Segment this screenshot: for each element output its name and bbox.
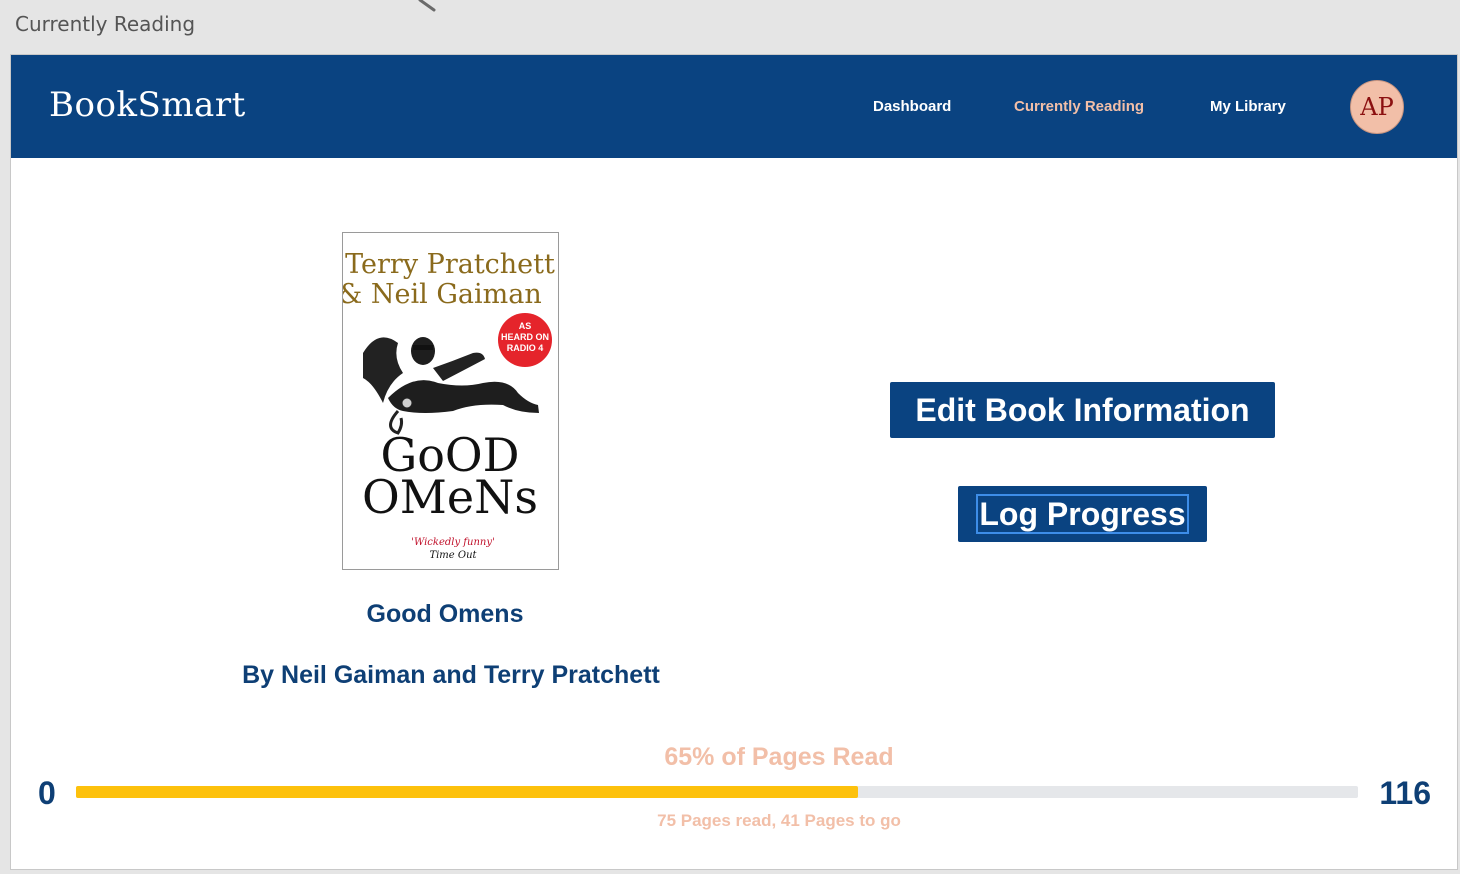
progress-bar-fill [76, 786, 859, 798]
progress-max-label: 116 [1379, 775, 1431, 811]
book-byline: By Neil Gaiman and Terry Pratchett [242, 661, 660, 689]
svg-text:AS: AS [519, 321, 532, 331]
avatar[interactable]: AP [1350, 80, 1404, 134]
cover-quote-source: Time Out [429, 550, 477, 561]
progress-bar-track [76, 786, 1358, 798]
book-cover-image: Terry Pratchett & Neil Gaiman AS HEARD O… [342, 232, 559, 570]
nav-currently-reading[interactable]: Currently Reading [1014, 98, 1144, 115]
log-progress-button[interactable]: Log Progress [958, 486, 1207, 542]
nav-my-library[interactable]: My Library [1210, 98, 1286, 115]
progress-summary: 75 Pages read, 41 Pages to go [657, 811, 901, 830]
window-title: Currently Reading [15, 12, 196, 36]
svg-text:HEARD ON: HEARD ON [501, 332, 549, 342]
cover-author-line-1: Terry Pratchett [345, 249, 555, 280]
log-progress-label: Log Progress [976, 494, 1189, 534]
cover-quote: 'Wickedly funny' [411, 537, 494, 548]
progress-percent-label: 65% of Pages Read [664, 743, 894, 771]
nav-dashboard[interactable]: Dashboard [873, 98, 951, 115]
app-frame: BookSmart Dashboard Currently Reading My… [10, 54, 1458, 870]
cover-author-line-2: & Neil Gaiman [343, 279, 542, 310]
cover-title-line-2: OMeNs [362, 470, 538, 524]
edit-book-information-button[interactable]: Edit Book Information [890, 382, 1275, 438]
resize-handle-icon [418, 0, 436, 12]
top-navbar: BookSmart Dashboard Currently Reading My… [11, 55, 1457, 158]
book-title: Good Omens [366, 600, 524, 628]
progress-min-label: 0 [38, 775, 56, 811]
radio-badge-icon: AS HEARD ON RADIO 4 [498, 313, 552, 367]
svg-text:RADIO 4: RADIO 4 [507, 343, 544, 353]
brand-logo[interactable]: BookSmart [49, 85, 246, 125]
